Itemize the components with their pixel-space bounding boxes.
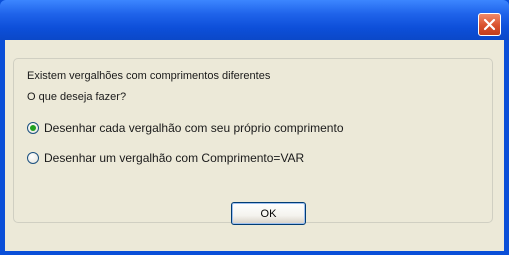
- ok-button[interactable]: OK: [231, 202, 306, 225]
- close-button[interactable]: [478, 13, 501, 36]
- options-group: [13, 58, 493, 223]
- radio-unchecked-icon[interactable]: [27, 152, 39, 164]
- radio-checked-icon[interactable]: [27, 122, 39, 134]
- option-own-length[interactable]: Desenhar cada vergalhão com seu próprio …: [27, 120, 344, 136]
- option-var-length[interactable]: Desenhar um vergalhão com Comprimento=VA…: [27, 150, 304, 166]
- question-text: O que deseja fazer?: [27, 91, 127, 103]
- dialog-window: Existem vergalhões com comprimentos dife…: [0, 0, 509, 255]
- option-var-length-label: Desenhar um vergalhão com Comprimento=VA…: [44, 151, 305, 165]
- message-text: Existem vergalhões com comprimentos dife…: [27, 70, 271, 82]
- option-own-length-label: Desenhar cada vergalhão com seu próprio …: [44, 121, 344, 135]
- dialog-body: Existem vergalhões com comprimentos dife…: [5, 40, 504, 251]
- title-bar[interactable]: [0, 0, 509, 40]
